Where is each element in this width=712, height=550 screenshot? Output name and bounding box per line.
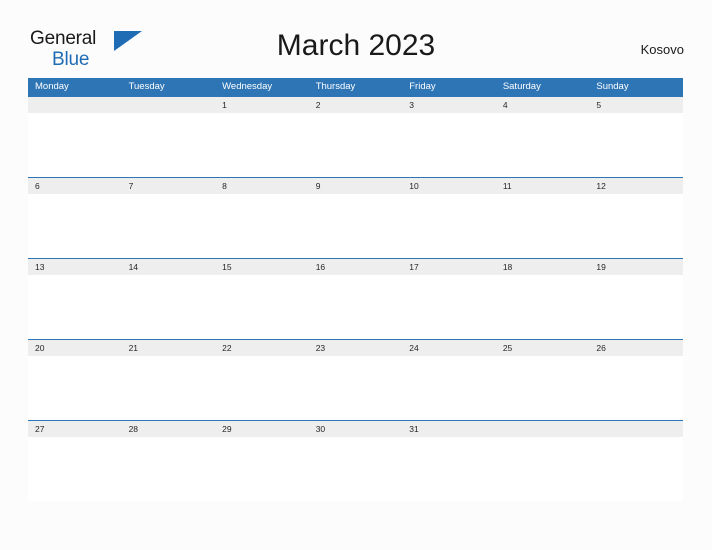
day-cell[interactable]: 16 (309, 259, 403, 275)
weekday-header-tuesday: Tuesday (128, 81, 165, 92)
day-cell[interactable]: 14 (122, 259, 216, 275)
day-cell[interactable]: 27 (28, 421, 122, 437)
day-cell[interactable]: 23 (309, 340, 403, 356)
day-cell[interactable]: 20 (28, 340, 122, 356)
day-cell[interactable]: 28 (122, 421, 216, 437)
weekday-header-sunday: Sunday (596, 81, 629, 92)
day-cell[interactable]: 7 (122, 178, 216, 194)
date-band: 27 28 29 30 31 (28, 420, 683, 437)
day-cell[interactable]: 21 (122, 340, 216, 356)
calendar-table: Monday Tuesday Wednesday Thursday Friday… (28, 78, 683, 501)
page-header: General Blue March 2023 Kosovo (0, 0, 712, 76)
calendar-page: General Blue March 2023 Kosovo Monday Tu… (0, 0, 712, 550)
day-cell[interactable]: 30 (309, 421, 403, 437)
week-row: 6 7 8 9 10 11 12 (28, 177, 683, 258)
day-cell[interactable]: 31 (402, 421, 496, 437)
day-cell[interactable]: 9 (309, 178, 403, 194)
weekday-header-friday: Friday (409, 81, 436, 92)
day-cell[interactable]: 5 (589, 97, 683, 113)
day-cell[interactable]: 12 (589, 178, 683, 194)
weekday-header-wednesday: Wednesday (222, 81, 273, 92)
week-cell-body (28, 113, 683, 177)
date-band: 20 21 22 23 24 25 26 (28, 339, 683, 356)
weekday-header-row: Monday Tuesday Wednesday Thursday Friday… (28, 78, 683, 96)
day-cell[interactable]: 10 (402, 178, 496, 194)
week-cell-body (28, 356, 683, 420)
day-cell[interactable]: 1 (215, 97, 309, 113)
country-label: Kosovo (640, 42, 684, 57)
date-band: 6 7 8 9 10 11 12 (28, 177, 683, 194)
day-cell[interactable]: 17 (402, 259, 496, 275)
week-cell-body (28, 437, 683, 501)
day-cell[interactable]: 13 (28, 259, 122, 275)
day-cell[interactable]: 18 (496, 259, 590, 275)
week-cell-body (28, 275, 683, 339)
day-cell[interactable]: 22 (215, 340, 309, 356)
week-row: 1 2 3 4 5 (28, 96, 683, 177)
day-cell[interactable]: 3 (402, 97, 496, 113)
day-cell[interactable]: 24 (402, 340, 496, 356)
day-cell[interactable] (589, 421, 683, 437)
day-cell[interactable] (496, 421, 590, 437)
day-cell[interactable]: 8 (215, 178, 309, 194)
day-cell[interactable]: 19 (589, 259, 683, 275)
week-row: 20 21 22 23 24 25 26 (28, 339, 683, 420)
day-cell[interactable]: 26 (589, 340, 683, 356)
weekday-header-thursday: Thursday (315, 81, 356, 92)
day-cell[interactable] (28, 97, 122, 113)
day-cell[interactable]: 4 (496, 97, 590, 113)
day-cell[interactable]: 6 (28, 178, 122, 194)
day-cell[interactable]: 15 (215, 259, 309, 275)
weekday-header-monday: Monday (35, 81, 69, 92)
day-cell[interactable] (122, 97, 216, 113)
week-cell-body (28, 194, 683, 258)
day-cell[interactable]: 2 (309, 97, 403, 113)
day-cell[interactable]: 11 (496, 178, 590, 194)
page-title: March 2023 (276, 29, 436, 62)
week-row: 13 14 15 16 17 18 19 (28, 258, 683, 339)
date-band: 13 14 15 16 17 18 19 (28, 258, 683, 275)
day-cell[interactable]: 29 (215, 421, 309, 437)
week-row: 27 28 29 30 31 (28, 420, 683, 501)
date-band: 1 2 3 4 5 (28, 96, 683, 113)
weekday-header-saturday: Saturday (502, 81, 541, 92)
day-cell[interactable]: 25 (496, 340, 590, 356)
